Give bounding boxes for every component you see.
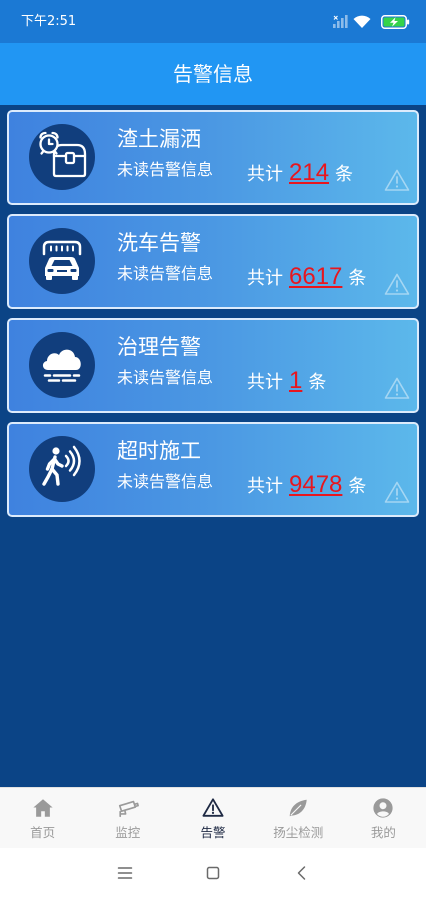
system-home-button[interactable] <box>205 865 221 881</box>
alarm-chest-icon <box>39 131 87 178</box>
alert-total: 共计 214 条 <box>247 158 353 188</box>
total-unit: 条 <box>335 164 354 185</box>
alert-total: 共计 9478 条 <box>247 470 366 500</box>
alert-title: 超时施工 <box>117 439 201 463</box>
smog-cloud-icon <box>42 349 81 382</box>
total-label: 共计 <box>247 372 283 393</box>
alert-subtitle: 未读告警信息 <box>117 264 214 283</box>
home-icon <box>32 799 53 817</box>
square-icon <box>206 866 220 880</box>
warning-icon <box>384 481 410 503</box>
alert-total: 共计 1 条 <box>247 366 326 396</box>
alert-count: 1 <box>289 367 303 394</box>
total-unit: 条 <box>348 476 367 497</box>
cctv-camera-icon <box>118 800 139 818</box>
tab-label: 我的 <box>370 825 396 840</box>
menu-icon <box>117 867 133 879</box>
warning-icon <box>384 169 410 191</box>
system-back-button[interactable] <box>294 865 310 881</box>
system-navigation-bar <box>0 848 426 900</box>
alert-subtitle: 未读告警信息 <box>117 472 214 491</box>
warning-icon <box>202 798 224 817</box>
page-title: 告警信息 <box>173 62 253 86</box>
pedestrian-signal-icon <box>42 445 81 486</box>
app-header: 告警信息 <box>0 43 426 105</box>
total-label: 共计 <box>247 268 283 289</box>
alert-icon-badge <box>29 228 95 294</box>
alert-card-dregs-spill[interactable]: 渣土漏洒 未读告警信息 共计 214 条 <box>7 110 419 205</box>
tab-monitor[interactable]: 监控 <box>85 788 170 848</box>
warning-icon <box>384 273 410 295</box>
chevron-left-icon <box>297 866 306 880</box>
total-label: 共计 <box>247 164 283 185</box>
status-time: 下午2:51 <box>21 14 77 29</box>
battery-charging-icon <box>381 15 410 29</box>
tab-alerts[interactable]: 告警 <box>170 788 255 848</box>
alert-icon-badge <box>29 124 95 190</box>
tab-label: 扬尘检测 <box>273 825 324 840</box>
wifi-icon <box>353 15 371 28</box>
alert-count: 214 <box>289 159 330 186</box>
alert-count: 9478 <box>289 471 343 498</box>
alert-card-car-wash[interactable]: 洗车告警 未读告警信息 共计 6617 条 <box>7 214 419 309</box>
total-unit: 条 <box>308 372 327 393</box>
tab-dust-detection[interactable]: 扬尘检测 <box>256 788 341 848</box>
leaf-icon <box>289 799 307 817</box>
user-icon <box>373 798 394 818</box>
bottom-tab-bar: 首页 监控 告警 扬尘检测 我的 <box>0 787 426 848</box>
total-unit: 条 <box>348 268 367 289</box>
alert-subtitle: 未读告警信息 <box>117 160 214 179</box>
alert-icon-badge <box>29 436 95 502</box>
recent-apps-button[interactable] <box>117 865 133 881</box>
alert-title: 洗车告警 <box>117 231 201 255</box>
alert-card-governance[interactable]: 治理告警 未读告警信息 共计 1 条 <box>7 318 419 413</box>
tab-label: 首页 <box>30 825 56 840</box>
alert-card-overtime-construction[interactable]: 超时施工 未读告警信息 共计 9478 条 <box>7 422 419 517</box>
alert-subtitle: 未读告警信息 <box>117 368 214 387</box>
tab-label: 监控 <box>115 825 141 840</box>
total-label: 共计 <box>247 476 283 497</box>
tab-label: 告警 <box>200 825 226 840</box>
alert-title: 渣土漏洒 <box>117 127 201 151</box>
alert-icon-badge <box>29 332 95 398</box>
signal-icon <box>333 15 348 28</box>
tab-profile[interactable]: 我的 <box>341 788 426 848</box>
warning-icon <box>384 377 410 399</box>
tab-home[interactable]: 首页 <box>0 788 85 848</box>
car-wash-icon <box>42 240 82 280</box>
alert-count: 6617 <box>289 263 343 290</box>
status-bar: 下午2:51 <box>0 0 426 43</box>
alert-total: 共计 6617 条 <box>247 262 366 292</box>
alert-title: 治理告警 <box>117 335 201 359</box>
